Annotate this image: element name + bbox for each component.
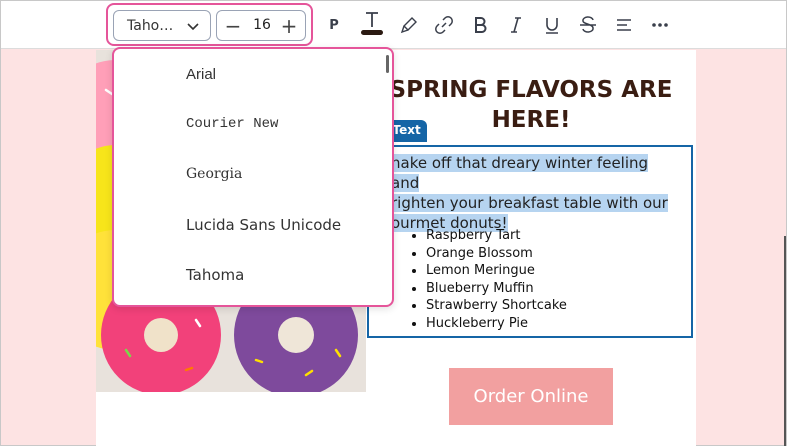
list-item: Raspberry Tart	[426, 227, 567, 245]
underline-icon	[546, 18, 558, 34]
more-icon	[652, 23, 668, 27]
bold-icon	[475, 17, 487, 33]
font-size-stepper[interactable]: − 16 +	[216, 10, 306, 41]
font-family-value: Taho…	[127, 17, 174, 34]
list-item: Orange Blossom	[426, 245, 567, 263]
align-button[interactable]	[612, 13, 636, 37]
text-color-button[interactable]	[360, 11, 384, 35]
link-button[interactable]	[432, 13, 456, 37]
paragraph-label: P	[329, 17, 339, 33]
format-painter-button[interactable]	[397, 13, 421, 37]
brush-icon	[400, 17, 417, 34]
font-option-tahoma[interactable]: Tahoma	[186, 266, 244, 284]
font-size-value[interactable]: 16	[247, 17, 277, 33]
strikethrough-button[interactable]	[576, 13, 600, 37]
intro-line-2: righten your breakfast table with our	[391, 194, 668, 212]
intro-paragraph[interactable]: hake off that dreary winter feeling and …	[391, 153, 681, 233]
font-option-lucida-sans-unicode[interactable]: Lucida Sans Unicode	[186, 216, 341, 234]
text-color-icon	[361, 12, 383, 35]
align-icon	[617, 19, 631, 31]
list-item: Strawberry Shortcake	[426, 297, 567, 315]
underline-button[interactable]	[540, 13, 564, 37]
editor-toolbar: Taho… − 16 + P	[1, 1, 786, 49]
order-online-button[interactable]: Order Online	[449, 368, 613, 425]
dropdown-scrollbar[interactable]	[386, 55, 389, 73]
list-item: Blueberry Muffin	[426, 280, 567, 298]
increase-size-button[interactable]: +	[276, 11, 302, 40]
decrease-size-button[interactable]: −	[220, 11, 246, 40]
block-tag-label: Text	[392, 123, 421, 137]
chevron-down-icon	[187, 23, 199, 31]
more-options-button[interactable]	[648, 13, 672, 37]
font-family-dropdown[interactable]: Arial Courier New Georgia Lucida Sans Un…	[112, 47, 394, 307]
text-block[interactable]: hake off that dreary winter feeling and …	[367, 145, 693, 338]
headline-line-1: SPRING FLAVORS ARE	[389, 77, 673, 103]
strikethrough-icon	[580, 16, 596, 33]
flavor-list[interactable]: Raspberry Tart Orange Blossom Lemon Meri…	[426, 227, 567, 332]
font-option-georgia[interactable]: Georgia	[186, 166, 242, 182]
font-option-arial[interactable]: Arial	[186, 66, 216, 83]
bold-button[interactable]	[468, 13, 492, 37]
paragraph-format-button[interactable]: P	[322, 13, 346, 37]
link-icon	[435, 16, 453, 34]
intro-line-1: hake off that dreary winter feeling and	[391, 154, 649, 192]
page-scrollbar[interactable]	[784, 236, 786, 446]
font-option-courier-new[interactable]: Courier New	[186, 116, 278, 132]
italic-icon	[511, 17, 521, 33]
list-item: Lemon Meringue	[426, 262, 567, 280]
list-item: Huckleberry Pie	[426, 315, 567, 333]
italic-button[interactable]	[504, 13, 528, 37]
font-family-select[interactable]: Taho…	[113, 10, 211, 41]
